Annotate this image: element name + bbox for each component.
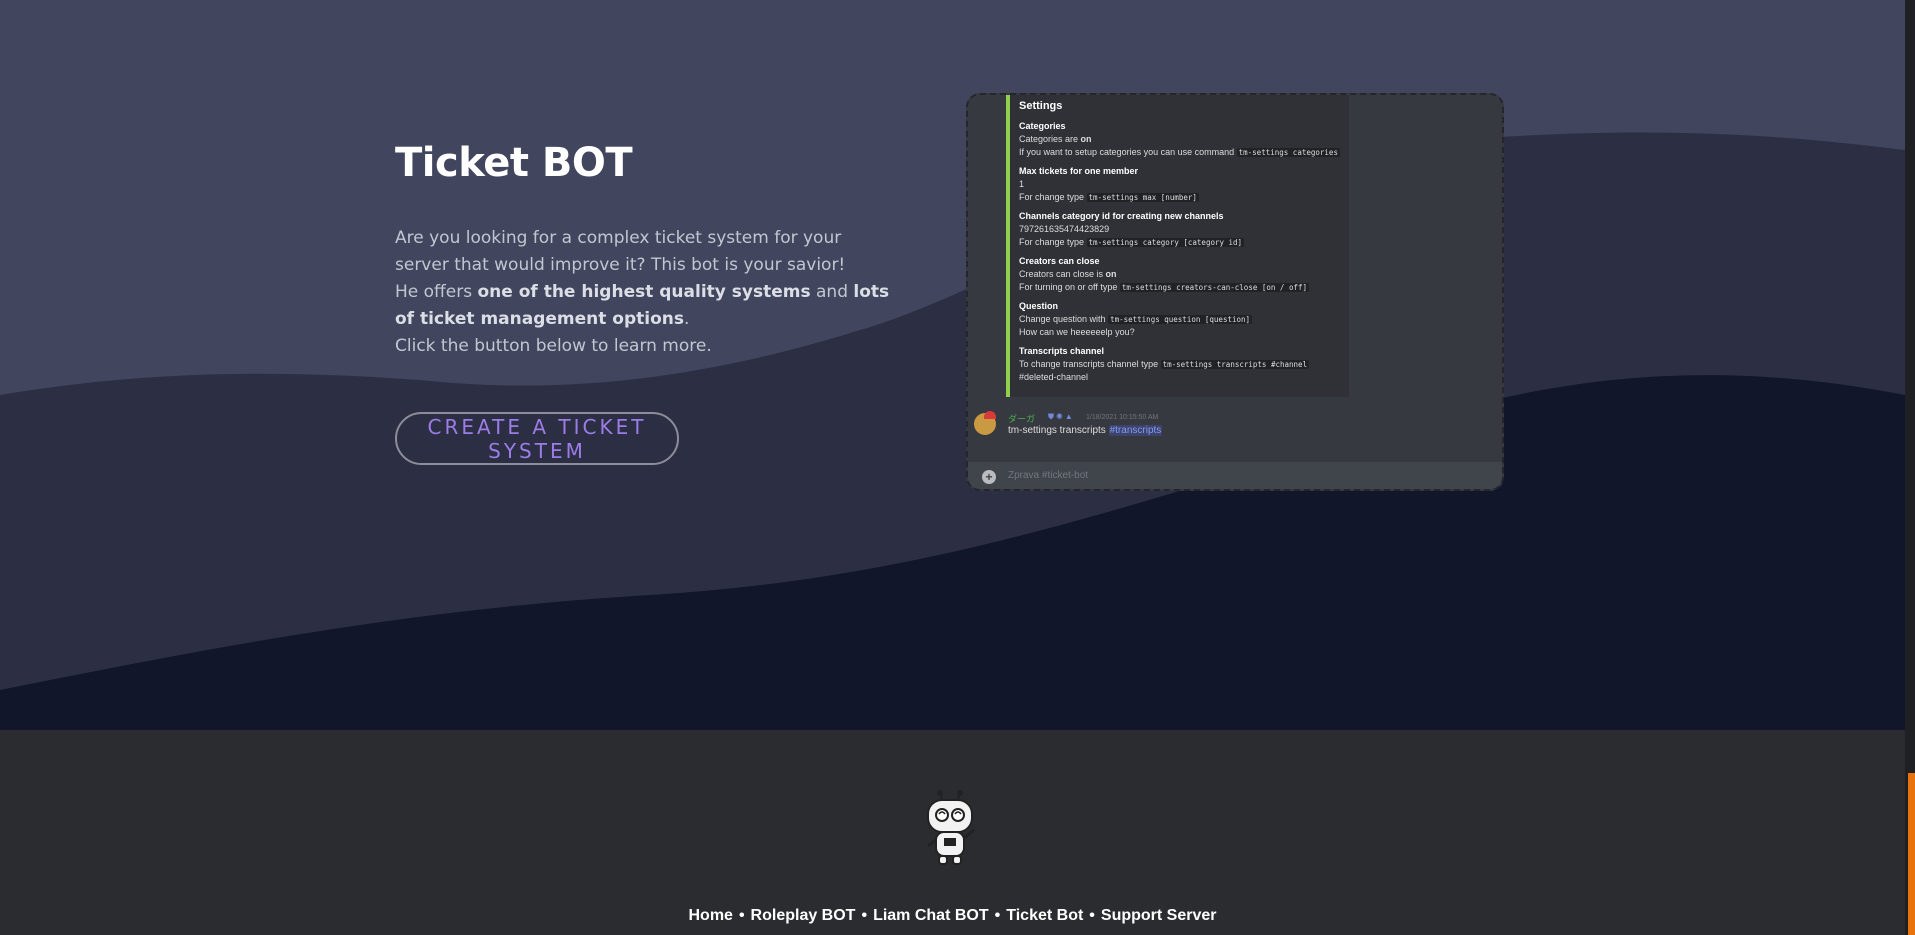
field-head: Transcripts channel	[1019, 346, 1105, 356]
field-head: Question	[1019, 301, 1059, 311]
discord-screenshot: Settings Categories Categories are on If…	[966, 93, 1504, 491]
embed-field-creators-close: Creators can close Creators can close is…	[1019, 255, 1349, 294]
footer-nav: Home • Roleplay BOT • Liam Chat BOT • Ticket B…	[0, 907, 1905, 925]
field-value: How can we heeeeeelp you?	[1019, 327, 1135, 337]
user-avatar	[974, 411, 996, 435]
field-text: Change question with	[1019, 314, 1109, 324]
code-snippet: tm-settings max [number]	[1086, 193, 1199, 202]
message-command: tm-settings transcripts	[1008, 425, 1109, 436]
footer-link-home[interactable]: Home	[688, 907, 732, 924]
desc-line-1: Are you looking for a complex ticket sys…	[395, 228, 846, 275]
code-snippet: tm-settings question [question]	[1108, 315, 1253, 324]
hero-description: Are you looking for a complex ticket sys…	[395, 225, 895, 360]
scrollbar-thumb[interactable]	[1908, 773, 1915, 935]
footer-link-liam-chat-bot[interactable]: Liam Chat BOT	[873, 907, 989, 924]
field-text: For change type	[1019, 237, 1087, 247]
field-value: 1	[1019, 179, 1025, 189]
code-snippet: tm-settings categories	[1236, 148, 1340, 157]
scrollbar-track[interactable]	[1905, 0, 1915, 935]
footer-separator: •	[861, 907, 868, 924]
footer-separator: •	[738, 907, 745, 924]
page-title: Ticket BOT	[395, 140, 633, 186]
hero-section: Ticket BOT Are you looking for a complex…	[0, 0, 1905, 730]
field-text: Creators can close is	[1019, 269, 1106, 279]
settings-embed: Settings Categories Categories are on If…	[1006, 95, 1349, 397]
create-ticket-system-button[interactable]: CREATE A TICKET SYSTEM	[395, 412, 679, 465]
desc-line-3: Click the button below to learn more.	[395, 336, 712, 356]
footer-link-support-server[interactable]: Support Server	[1101, 907, 1217, 924]
field-head: Channels category id for creating new ch…	[1019, 211, 1224, 221]
field-head: Categories	[1019, 121, 1066, 131]
field-text: For turning on or off type	[1019, 282, 1120, 292]
field-bold: on	[1105, 269, 1117, 279]
field-head: Creators can close	[1019, 256, 1100, 266]
field-text: To change transcripts channel type	[1019, 359, 1161, 369]
background-waves	[0, 132, 1905, 730]
desc-and: and	[810, 282, 854, 302]
channel-mention: #transcripts	[1108, 425, 1163, 436]
footer-link-roleplay-bot[interactable]: Roleplay BOT	[751, 907, 856, 924]
embed-field-category-id: Channels category id for creating new ch…	[1019, 210, 1349, 249]
embed-field-categories: Categories Categories are on If you want…	[1019, 120, 1349, 159]
footer-link-ticket-bot[interactable]: Ticket Bot	[1006, 907, 1083, 924]
field-head: Max tickets for one member	[1019, 166, 1139, 176]
embed-field-max-tickets: Max tickets for one member 1 For change …	[1019, 165, 1349, 204]
user-badge-icon: ⛊ ◉ ▲	[1048, 412, 1073, 421]
message-input-bar: + Zprava #ticket-bot	[968, 462, 1502, 489]
embed-field-transcripts: Transcripts channel To change transcript…	[1019, 345, 1349, 384]
field-bold: on	[1080, 134, 1092, 144]
code-snippet: tm-settings transcripts #channel	[1160, 360, 1310, 369]
field-value: #deleted-channel	[1019, 372, 1089, 382]
robot-mascot-icon	[927, 790, 975, 865]
field-text: If you want to setup categories you can …	[1019, 147, 1237, 157]
desc-bold-1: one of the highest quality systems	[477, 282, 811, 302]
embed-field-question: Question Change question with tm-setting…	[1019, 300, 1349, 339]
chat-message: ダーガ ⛊ ◉ ▲ 1/18/2021 10:15:50 AM tm-setti…	[968, 410, 1502, 450]
santa-hat-icon	[984, 411, 996, 419]
desc-period: .	[684, 309, 690, 329]
footer-separator: •	[994, 907, 1001, 924]
embed-title: Settings	[1019, 100, 1063, 112]
code-snippet: tm-settings category [category id]	[1086, 238, 1245, 247]
field-text: For change type	[1019, 192, 1087, 202]
code-snippet: tm-settings creators-can-close [on / off…	[1119, 283, 1310, 292]
footer-separator: •	[1089, 907, 1095, 924]
field-text: Categories are	[1019, 134, 1081, 144]
field-value: 797261635474423829	[1019, 224, 1110, 234]
message-input-placeholder: Zprava #ticket-bot	[1008, 470, 1089, 481]
message-timestamp: 1/18/2021 10:15:50 AM	[1086, 414, 1159, 421]
desc-he-offers: He offers	[395, 282, 478, 302]
message-username: ダーガ	[1008, 414, 1036, 424]
add-attachment-icon: +	[982, 470, 996, 484]
message-text: tm-settings transcripts #transcripts	[1008, 425, 1163, 436]
